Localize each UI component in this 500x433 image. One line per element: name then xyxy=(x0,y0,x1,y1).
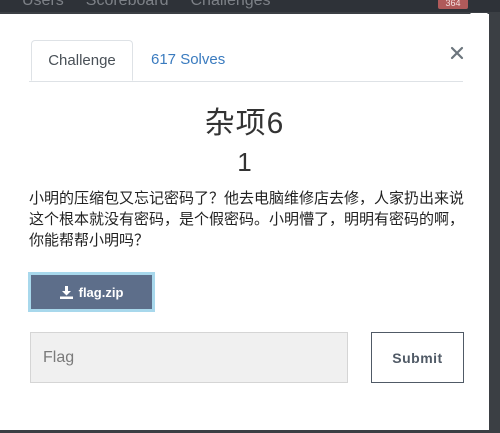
challenge-description: 小明的压缩包又忘记密码了？他去电脑维修店去修，人家扔出来说这个根本就没有密码，是… xyxy=(29,190,465,249)
tab-challenge[interactable]: Challenge xyxy=(31,40,133,81)
background-nav-links: Users Scoreboard Challenges xyxy=(22,0,271,10)
submit-button[interactable]: Submit xyxy=(371,332,464,383)
challenge-value: 1 xyxy=(237,147,252,177)
flag-input[interactable] xyxy=(30,332,348,383)
download-icon xyxy=(59,285,73,299)
backdrop-edge xyxy=(489,14,500,433)
nav-link-scoreboard: Scoreboard xyxy=(85,0,169,9)
challenge-title: 杂项6 xyxy=(204,107,285,140)
notification-badge: 364 xyxy=(438,0,468,9)
download-file-button[interactable]: flag.zip xyxy=(28,272,155,312)
challenge-modal: Challenge 617 Solves 杂项6 1 小明的压缩包又忘记密码了？… xyxy=(0,14,489,430)
tab-solves[interactable]: 617 Solves xyxy=(151,40,225,80)
nav-link-users: Users xyxy=(22,0,64,9)
background-navbar: Users Scoreboard Challenges 364 xyxy=(0,0,500,12)
modal-tabs: Challenge 617 Solves xyxy=(29,40,463,82)
download-file-label: flag.zip xyxy=(78,284,124,300)
nav-link-challenges: Challenges xyxy=(190,0,271,9)
